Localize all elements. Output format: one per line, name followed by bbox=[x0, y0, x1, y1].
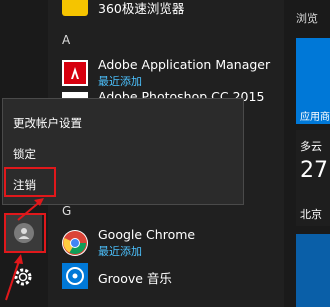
app-item-groove-music[interactable]: Groove 音乐 bbox=[56, 259, 276, 293]
browser-360-icon bbox=[62, 0, 88, 16]
adobe-icon bbox=[62, 60, 88, 86]
weather-temperature: 27 bbox=[300, 158, 328, 183]
weather-condition: 多云 bbox=[300, 140, 322, 153]
app-recent-badge: 最近添加 bbox=[98, 245, 142, 258]
letter-header-a: A bbox=[62, 33, 71, 47]
menu-item-lock[interactable]: 锁定 bbox=[13, 146, 36, 162]
app-name: 360极速浏览器 bbox=[98, 1, 185, 16]
store-tile[interactable]: 应用商 bbox=[296, 38, 330, 124]
chrome-icon bbox=[62, 230, 88, 256]
app-item-adobe-application-manager[interactable]: Adobe Application Manager 最近添加 bbox=[56, 56, 276, 90]
app-recent-badge: 最近添加 bbox=[98, 75, 142, 88]
app-item-google-chrome[interactable]: Google Chrome 最近添加 bbox=[56, 226, 276, 260]
arrow-to-user-button bbox=[5, 254, 23, 301]
tiles-panel: 浏览 应用商 多云 27 北京 bbox=[284, 0, 330, 307]
groove-icon bbox=[62, 263, 88, 289]
arrow-to-sign-out bbox=[17, 198, 44, 221]
app-item-360-browser[interactable]: 360极速浏览器 bbox=[56, 0, 276, 20]
sign-out-highlight bbox=[4, 167, 56, 197]
tiles-header: 浏览 bbox=[296, 12, 318, 25]
letter-header-g: G bbox=[62, 204, 72, 218]
app-name: Google Chrome bbox=[98, 227, 196, 242]
weather-city: 北京 bbox=[300, 208, 322, 221]
app-name: Adobe Application Manager bbox=[98, 57, 271, 72]
store-tile-label: 应用商 bbox=[300, 112, 330, 123]
menu-item-change-account-settings[interactable]: 更改帐户设置 bbox=[13, 115, 82, 131]
tile-bottom[interactable] bbox=[296, 234, 330, 307]
app-name: Groove 音乐 bbox=[98, 271, 172, 286]
weather-tile[interactable]: 多云 27 北京 bbox=[296, 130, 330, 226]
